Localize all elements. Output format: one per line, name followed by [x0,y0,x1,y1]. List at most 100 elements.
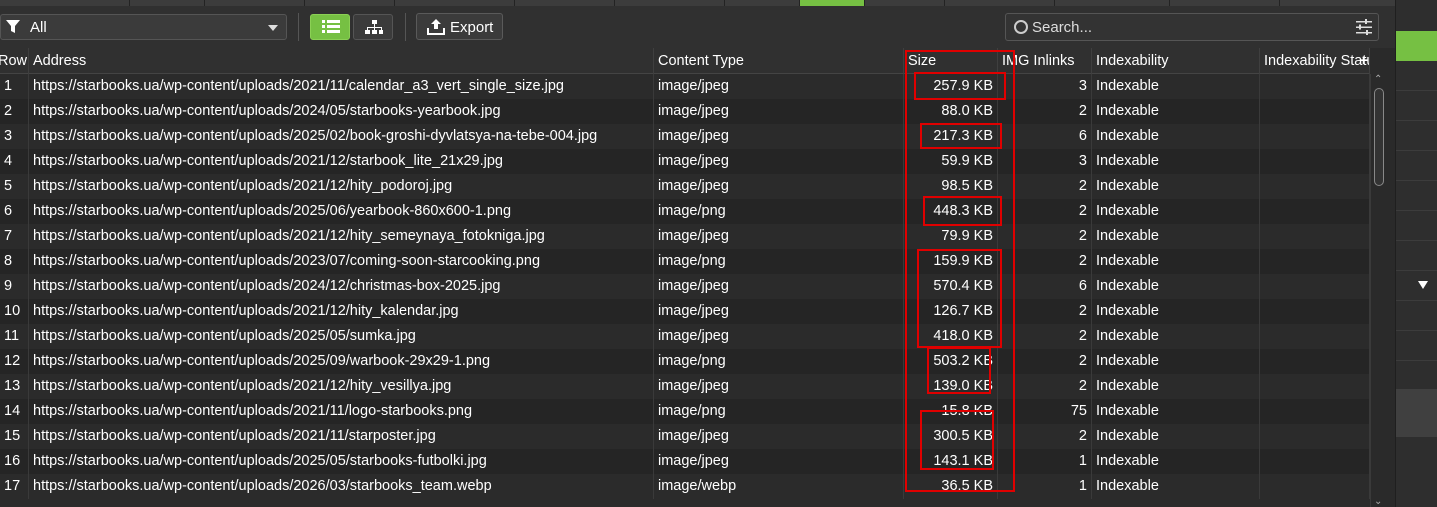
table-row[interactable]: 17 https://starbooks.ua/wp-content/upload… [0,474,1370,499]
search-input[interactable] [1032,17,1342,37]
row-number-cell[interactable]: 3 [0,124,29,149]
indexability-cell[interactable]: Indexable [1092,174,1260,199]
column-header-row[interactable]: Row [0,48,29,74]
table-row[interactable]: 14 https://starbooks.ua/wp-content/upload… [0,399,1370,424]
address-cell[interactable]: https://starbooks.ua/wp-content/uploads/… [29,174,654,199]
table-row[interactable]: 9 https://starbooks.ua/wp-content/uploads… [0,274,1370,299]
row-number-cell[interactable]: 14 [0,399,29,424]
content-type-cell[interactable]: image/jpeg [654,99,904,124]
indexability-cell[interactable]: Indexable [1092,324,1260,349]
content-type-cell[interactable]: image/jpeg [654,274,904,299]
indexability-status-cell[interactable] [1260,299,1370,324]
address-cell[interactable]: https://starbooks.ua/wp-content/uploads/… [29,274,654,299]
indexability-status-cell[interactable] [1260,349,1370,374]
table-row[interactable]: 7 https://starbooks.ua/wp-content/uploads… [0,224,1370,249]
content-type-cell[interactable]: image/jpeg [654,299,904,324]
indexability-cell[interactable]: Indexable [1092,224,1260,249]
table-row[interactable]: 12 https://starbooks.ua/wp-content/upload… [0,349,1370,374]
indexability-status-cell[interactable] [1260,374,1370,399]
side-panel-active-item[interactable] [1396,31,1437,61]
row-number-cell[interactable]: 15 [0,424,29,449]
address-cell[interactable]: https://starbooks.ua/wp-content/uploads/… [29,474,654,499]
indexability-status-cell[interactable] [1260,174,1370,199]
indexability-status-cell[interactable] [1260,99,1370,124]
indexability-cell[interactable]: Indexable [1092,249,1260,274]
indexability-cell[interactable]: Indexable [1092,274,1260,299]
content-type-cell[interactable]: image/jpeg [654,224,904,249]
content-type-cell[interactable]: image/jpeg [654,424,904,449]
address-cell[interactable]: https://starbooks.ua/wp-content/uploads/… [29,349,654,374]
indexability-status-cell[interactable] [1260,424,1370,449]
address-cell[interactable]: https://starbooks.ua/wp-content/uploads/… [29,424,654,449]
address-cell[interactable]: https://starbooks.ua/wp-content/uploads/… [29,449,654,474]
content-type-cell[interactable]: image/jpeg [654,324,904,349]
row-number-cell[interactable]: 10 [0,299,29,324]
row-number-cell[interactable]: 6 [0,199,29,224]
indexability-cell[interactable]: Indexable [1092,449,1260,474]
tree-view-button[interactable] [353,14,393,40]
address-cell[interactable]: https://starbooks.ua/wp-content/uploads/… [29,224,654,249]
indexability-status-cell[interactable] [1260,449,1370,474]
address-cell[interactable]: https://starbooks.ua/wp-content/uploads/… [29,324,654,349]
chevron-down-icon[interactable] [1418,281,1428,289]
address-cell[interactable]: https://starbooks.ua/wp-content/uploads/… [29,74,654,99]
content-type-cell[interactable]: image/webp [654,474,904,499]
scroll-down-icon[interactable]: ⌄ [1374,496,1382,507]
table-row[interactable]: 8 https://starbooks.ua/wp-content/uploads… [0,249,1370,274]
row-number-cell[interactable]: 9 [0,274,29,299]
row-number-cell[interactable]: 16 [0,449,29,474]
table-row[interactable]: 1 https://starbooks.ua/wp-content/uploads… [0,74,1370,99]
address-cell[interactable]: https://starbooks.ua/wp-content/uploads/… [29,299,654,324]
column-header-indexability-status[interactable]: Indexability Status [1260,48,1370,74]
address-cell[interactable]: https://starbooks.ua/wp-content/uploads/… [29,149,654,174]
indexability-status-cell[interactable] [1260,249,1370,274]
content-type-cell[interactable]: image/jpeg [654,374,904,399]
indexability-cell[interactable]: Indexable [1092,124,1260,149]
address-cell[interactable]: https://starbooks.ua/wp-content/uploads/… [29,399,654,424]
content-type-cell[interactable]: image/png [654,399,904,424]
table-row[interactable]: 10 https://starbooks.ua/wp-content/upload… [0,299,1370,324]
indexability-cell[interactable]: Indexable [1092,149,1260,174]
indexability-cell[interactable]: Indexable [1092,349,1260,374]
indexability-status-cell[interactable] [1260,74,1370,99]
indexability-status-cell[interactable] [1260,474,1370,499]
content-type-cell[interactable]: image/png [654,199,904,224]
table-row[interactable]: 5 https://starbooks.ua/wp-content/uploads… [0,174,1370,199]
table-row[interactable]: 4 https://starbooks.ua/wp-content/uploads… [0,149,1370,174]
address-cell[interactable]: https://starbooks.ua/wp-content/uploads/… [29,249,654,274]
content-type-cell[interactable]: image/jpeg [654,449,904,474]
table-row[interactable]: 11 https://starbooks.ua/wp-content/upload… [0,324,1370,349]
filter-dropdown[interactable]: All [0,14,287,40]
indexability-cell[interactable]: Indexable [1092,374,1260,399]
row-number-cell[interactable]: 2 [0,99,29,124]
table-row[interactable]: 3 https://starbooks.ua/wp-content/uploads… [0,124,1370,149]
vertical-scrollbar[interactable]: ⌃ ⌄ [1370,74,1385,507]
indexability-cell[interactable]: Indexable [1092,299,1260,324]
column-header-indexability[interactable]: Indexability [1092,48,1260,74]
indexability-status-cell[interactable] [1260,399,1370,424]
content-type-cell[interactable]: image/jpeg [654,149,904,174]
content-type-cell[interactable]: image/png [654,249,904,274]
indexability-status-cell[interactable] [1260,224,1370,249]
row-number-cell[interactable]: 12 [0,349,29,374]
content-type-cell[interactable]: image/jpeg [654,174,904,199]
indexability-cell[interactable]: Indexable [1092,99,1260,124]
scroll-up-icon[interactable]: ⌃ [1374,74,1382,85]
content-type-cell[interactable]: image/jpeg [654,124,904,149]
indexability-status-cell[interactable] [1260,274,1370,299]
row-number-cell[interactable]: 13 [0,374,29,399]
row-number-cell[interactable]: 11 [0,324,29,349]
indexability-status-cell[interactable] [1260,124,1370,149]
content-type-cell[interactable]: image/jpeg [654,74,904,99]
export-button[interactable]: Export [416,13,503,40]
add-column-icon[interactable]: + [1359,52,1368,69]
settings-sliders-icon[interactable] [1356,19,1372,35]
address-cell[interactable]: https://starbooks.ua/wp-content/uploads/… [29,374,654,399]
row-number-cell[interactable]: 7 [0,224,29,249]
indexability-cell[interactable]: Indexable [1092,424,1260,449]
row-number-cell[interactable]: 8 [0,249,29,274]
table-row[interactable]: 13 https://starbooks.ua/wp-content/upload… [0,374,1370,399]
address-cell[interactable]: https://starbooks.ua/wp-content/uploads/… [29,99,654,124]
table-row[interactable]: 16 https://starbooks.ua/wp-content/upload… [0,449,1370,474]
column-header-content-type[interactable]: Content Type [654,48,904,74]
